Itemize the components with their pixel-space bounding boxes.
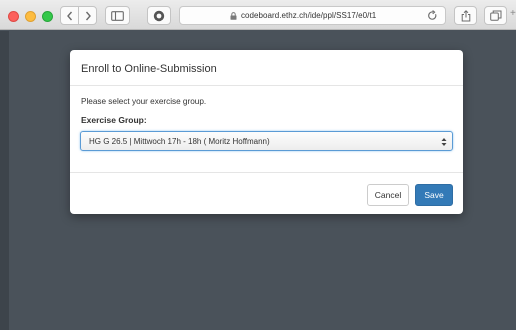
dialog-header: Enroll to Online-Submission: [70, 50, 463, 86]
dialog-footer: Cancel Save: [70, 172, 463, 214]
selected-group-value: HG G 26.5 | Mittwoch 17h - 18h ( Moritz …: [89, 137, 270, 146]
dialog-title: Enroll to Online-Submission: [81, 63, 217, 75]
forward-button[interactable]: [78, 6, 97, 25]
page-left-edge: [0, 31, 9, 330]
lock-icon: [230, 12, 237, 20]
enroll-dialog: Enroll to Online-Submission Please selec…: [70, 50, 463, 214]
window-minimize-button[interactable]: [25, 11, 36, 22]
share-button[interactable]: [454, 6, 477, 25]
url-text: codeboard.ethz.ch/ide/ppl/SS17/e0/t1: [241, 11, 377, 20]
tabs-button[interactable]: [484, 6, 507, 25]
reload-icon[interactable]: [427, 10, 438, 21]
exercise-group-label: Exercise Group:: [81, 115, 147, 125]
tabs-icon: [489, 10, 501, 21]
browser-toolbar: codeboard.ethz.ch/ide/ppl/SS17/e0/t1 +: [0, 0, 516, 30]
window-zoom-button[interactable]: [42, 11, 53, 22]
cancel-button[interactable]: Cancel: [367, 184, 409, 206]
instruction-text: Please select your exercise group.: [81, 97, 207, 106]
dialog-body: Please select your exercise group. Exerc…: [70, 86, 463, 172]
share-icon: [461, 9, 470, 21]
privacy-extension-icon: [153, 10, 165, 21]
address-bar[interactable]: codeboard.ethz.ch/ide/ppl/SS17/e0/t1: [179, 6, 446, 25]
exercise-group-select[interactable]: HG G 26.5 | Mittwoch 17h - 18h ( Moritz …: [80, 131, 453, 151]
window-close-button[interactable]: [8, 11, 19, 22]
select-updown-icon: [441, 138, 447, 146]
save-button[interactable]: Save: [415, 184, 453, 206]
chevron-right-icon: [85, 11, 91, 20]
extension-button[interactable]: [147, 6, 171, 25]
sidebar-button[interactable]: [105, 6, 130, 25]
sidebar-icon: [111, 10, 124, 21]
new-tab-icon[interactable]: +: [510, 8, 516, 24]
back-button[interactable]: [60, 6, 79, 25]
chevron-left-icon: [66, 11, 72, 20]
